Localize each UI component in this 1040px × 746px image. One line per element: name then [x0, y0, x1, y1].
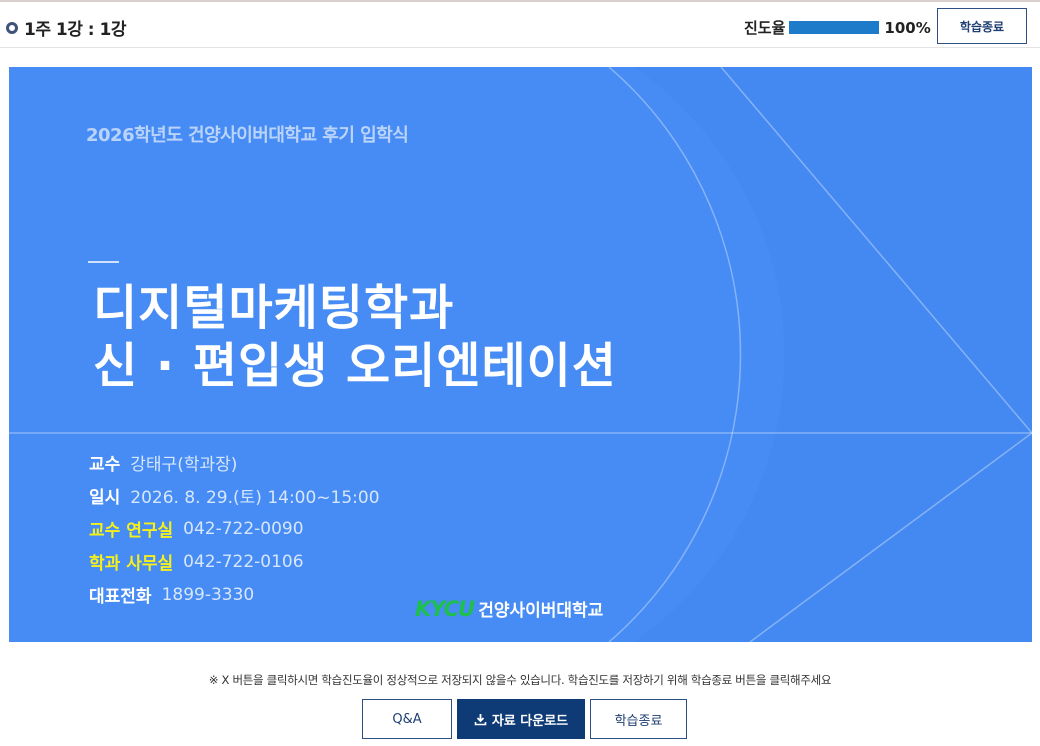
progress-value: 100%	[884, 18, 931, 37]
progress-bar	[789, 21, 880, 34]
logo-text: 건양사이버대학교	[478, 601, 604, 621]
end-study-button[interactable]: 학습종료	[590, 699, 687, 739]
progress-label: 진도율	[744, 19, 786, 37]
slide-subtitle: 2026학년도 건양사이버대학교 후기 입학식	[86, 125, 409, 146]
info-value: 강태구(학과장)	[130, 455, 238, 475]
info-row-office-phone: 교수 연구실 042-722-0090	[89, 512, 380, 545]
info-key: 교수	[89, 455, 121, 475]
info-key: 학과 사무실	[89, 554, 174, 574]
info-key: 대표전화	[89, 587, 152, 607]
lesson-info: 1주 1강 : 1강	[6, 15, 126, 40]
info-row-datetime: 일시 2026. 8. 29.(토) 14:00~15:00	[89, 479, 380, 512]
end-study-button-top[interactable]: 학습종료	[937, 8, 1027, 44]
info-value: 042-722-0106	[183, 551, 304, 572]
progress-indicator: 진도율 100%	[744, 17, 931, 38]
qa-button-label: Q&A	[392, 711, 422, 727]
logo-mark: KYCU	[415, 596, 475, 621]
info-key: 교수 연구실	[89, 521, 174, 541]
lesson-title: 1주 1강 : 1강	[24, 20, 126, 40]
save-notice: ※ X 버튼을 클릭하시면 학습진도율이 정상적으로 저장되지 않을수 있습니다…	[208, 673, 832, 687]
info-row-professor: 교수 강태구(학과장)	[89, 446, 380, 479]
download-icon	[474, 713, 487, 726]
info-row-dept-phone: 학과 사무실 042-722-0106	[89, 545, 380, 578]
slide-title-line1: 디지털마케팅학과	[93, 280, 455, 336]
slide-title: 디지털마케팅학과 신 · 편입생 오리엔테이션	[93, 279, 617, 395]
lesson-header: 1주 1강 : 1강 진도율 100% 학습종료	[0, 2, 1040, 48]
university-logo: KYCU 건양사이버대학교	[415, 596, 604, 622]
slide-title-line2: 신 · 편입생 오리엔테이션	[93, 338, 617, 394]
slide-info-list: 교수 강태구(학과장) 일시 2026. 8. 29.(토) 14:00~15:…	[89, 446, 380, 611]
end-study-button-label: 학습종료	[614, 713, 663, 729]
download-button-label: 자료 다운로드	[491, 713, 569, 729]
info-key: 일시	[89, 488, 121, 508]
info-value: 042-722-0090	[183, 518, 304, 539]
info-value: 1899-3330	[161, 584, 255, 605]
info-row-main-phone: 대표전화 1899-3330	[89, 578, 380, 611]
qa-button[interactable]: Q&A	[362, 699, 452, 739]
circle-bullet-icon	[6, 21, 18, 34]
download-materials-button[interactable]: 자료 다운로드	[457, 699, 585, 739]
slide-divider	[88, 261, 119, 263]
info-value: 2026. 8. 29.(토) 14:00~15:00	[130, 488, 380, 508]
lecture-video[interactable]: 2026학년도 건양사이버대학교 후기 입학식 디지털마케팅학과 신 · 편입생…	[9, 67, 1032, 642]
progress-bar-fill	[789, 21, 880, 34]
